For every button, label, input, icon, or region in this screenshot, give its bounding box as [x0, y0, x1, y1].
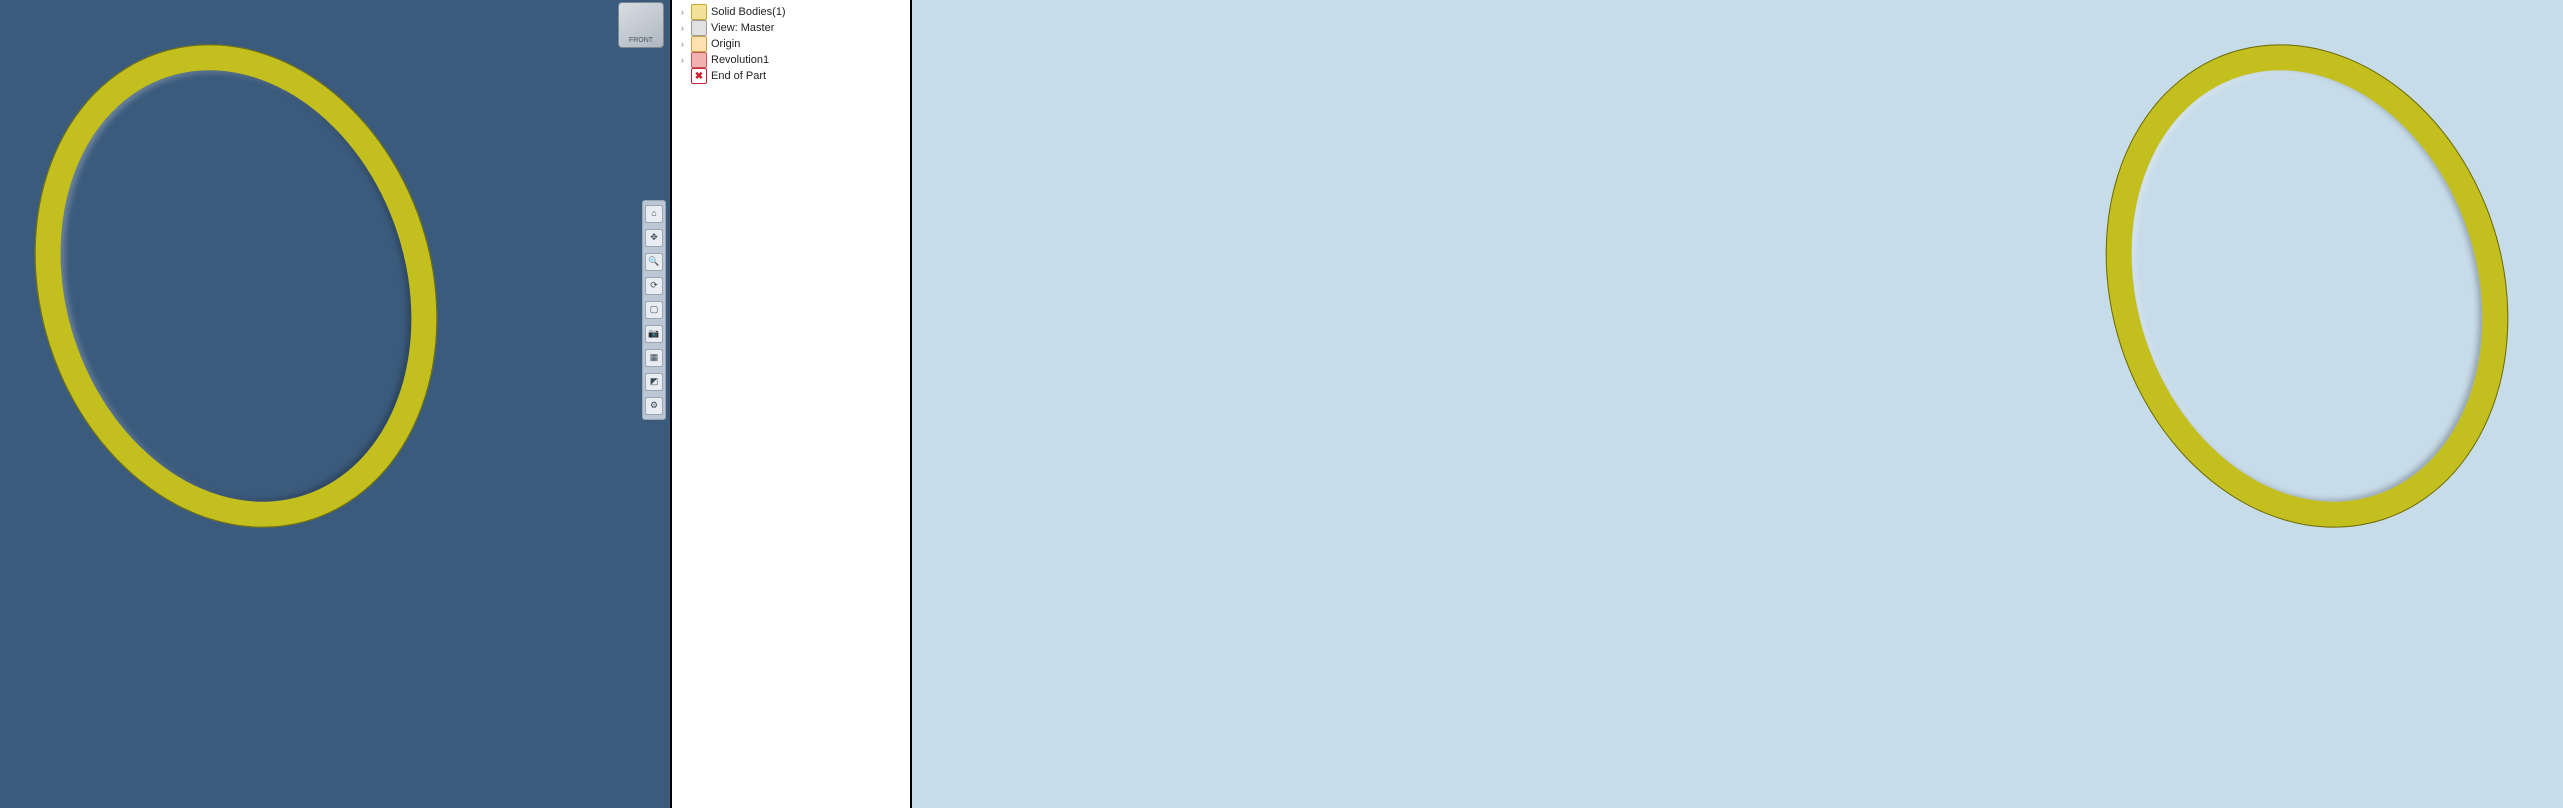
node-view-master[interactable]: › View: Master	[678, 20, 904, 36]
home-icon[interactable]: ⌂	[645, 205, 663, 223]
expander-icon[interactable]: ›	[678, 7, 687, 17]
model-browser[interactable]: › Solid Bodies(1) › View: Master › Origi…	[672, 0, 912, 808]
view-cube[interactable]: FRONT	[618, 2, 664, 48]
material-icon[interactable]: ◩	[645, 373, 663, 391]
section-icon[interactable]: ▦	[645, 349, 663, 367]
revolve-feature-icon	[691, 52, 707, 68]
node-revolution1[interactable]: › Revolution1	[678, 52, 904, 68]
settings-icon[interactable]: ⚙	[645, 397, 663, 415]
expander-icon[interactable]: ›	[678, 55, 687, 65]
camera-icon[interactable]: 📷	[645, 325, 663, 343]
expander-icon[interactable]: ›	[678, 23, 687, 33]
solid-bodies-icon	[691, 4, 707, 20]
lookat-icon[interactable]: ▢	[645, 301, 663, 319]
in-canvas-toolbar: ⌂ ✥ 🔍 ⟳ ▢ 📷 ▦ ◩ ⚙	[642, 200, 666, 420]
node-label: Revolution1	[711, 54, 769, 66]
model-ring-left[interactable]	[0, 0, 498, 581]
origin-icon	[691, 36, 707, 52]
expander-icon[interactable]: ›	[678, 39, 687, 49]
pan-icon[interactable]: ✥	[645, 229, 663, 247]
node-label: Origin	[711, 38, 740, 50]
end-of-part-icon: ✖	[691, 68, 707, 84]
viewport-left[interactable]: FRONT ⌂ ✥ 🔍 ⟳ ▢ 📷 ▦ ◩ ⚙	[0, 0, 672, 808]
node-end-of-part[interactable]: ✖ End of Part	[678, 68, 904, 84]
node-origin[interactable]: › Origin	[678, 36, 904, 52]
node-solid-bodies[interactable]: › Solid Bodies(1)	[678, 4, 904, 20]
node-label: View: Master	[711, 22, 774, 34]
zoom-icon[interactable]: 🔍	[645, 253, 663, 271]
view-cube-label: FRONT	[629, 37, 653, 44]
node-label: Solid Bodies(1)	[711, 6, 786, 18]
orbit-icon[interactable]: ⟳	[645, 277, 663, 295]
view-icon	[691, 20, 707, 36]
model-ring-right[interactable]	[2045, 0, 2563, 581]
viewport-right[interactable]	[912, 0, 2563, 808]
node-label: End of Part	[711, 70, 766, 82]
